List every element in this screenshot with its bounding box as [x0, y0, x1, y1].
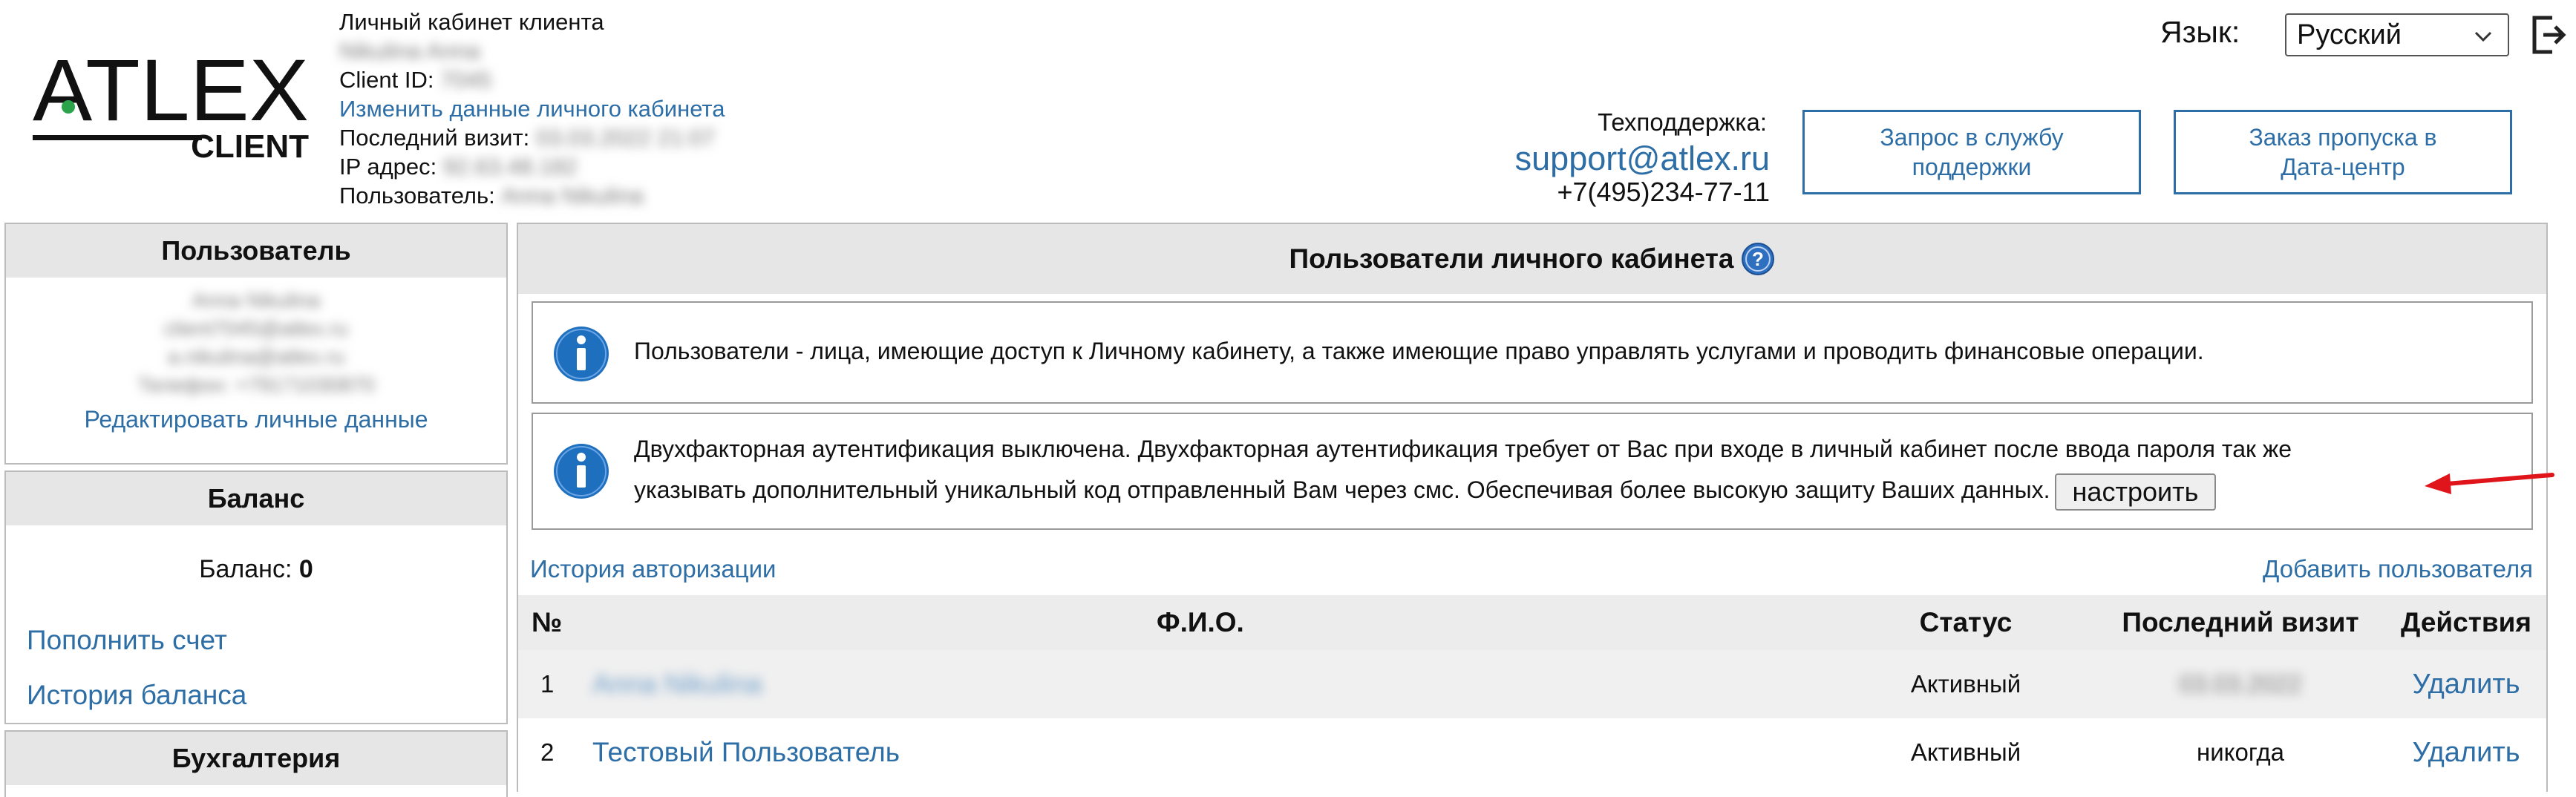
client-id-value: 7045	[440, 67, 492, 93]
balance-value: 0	[298, 555, 313, 583]
ip-value: 92.63.48.182	[442, 154, 578, 180]
support-request-button[interactable]: Запрос в службу поддержки	[1802, 110, 2141, 194]
col-status: Статус	[1919, 607, 2013, 637]
support-phone: +7(495)234-77-11	[1557, 177, 1770, 207]
user-name: Anna Nikulina	[192, 289, 321, 312]
user-panel: Пользователь Anna Nikulina client7045@at…	[4, 223, 508, 465]
language-select[interactable]: Русский	[2285, 13, 2509, 56]
pass-order-button[interactable]: Заказ пропуска в Дата-центр	[2174, 110, 2512, 194]
cabinet-title: Личный кабинет клиента	[339, 9, 604, 35]
delete-user-button[interactable]: Удалить	[2392, 718, 2540, 787]
info-icon	[554, 327, 609, 381]
users-info-text: Пользователи - лица, имеющие доступ к Ли…	[634, 338, 2204, 364]
twofa-info-box: Двухфакторная аутентификация выключена. …	[532, 413, 2533, 530]
help-icon[interactable]: ?	[1741, 242, 1775, 276]
last-visit-label: Последний визит:	[339, 125, 530, 151]
col-num: №	[532, 607, 563, 637]
twofa-info-line-2: указывать дополнительный уникальный код …	[634, 476, 2050, 503]
row-num: 1	[540, 670, 555, 698]
col-actions: Действия	[2401, 607, 2531, 637]
main-title-bar: Пользователи личного кабинета ?	[518, 224, 2546, 294]
balance-label: Баланс:	[199, 555, 292, 583]
row-num: 2	[540, 738, 555, 766]
user-phone: Телефон: +79171030870	[137, 373, 375, 396]
language-label: Язык:	[2160, 15, 2240, 49]
row-name-link[interactable]: Тестовый Пользователь	[592, 718, 900, 787]
delete-user-button[interactable]: Удалить	[2392, 650, 2540, 718]
logout-icon[interactable]	[2530, 13, 2567, 56]
logo-green-dot	[62, 100, 75, 114]
balance-panel-title: Баланс	[6, 472, 506, 525]
ip-label: IP адрес:	[339, 154, 437, 180]
accounting-panel: Бухгалтерия	[4, 730, 508, 797]
last-visit-value: 03.03.2022 21:07	[535, 125, 716, 151]
col-last-visit: Последний визит	[2122, 607, 2359, 637]
support-email-link[interactable]: support@atlex.ru	[1485, 140, 1770, 178]
user-email-1: client7045@atlex.ru	[164, 317, 348, 340]
users-info-box: Пользователи - лица, имеющие доступ к Ли…	[532, 301, 2533, 404]
balance-panel: Баланс Баланс: 0 Пополнить счет История …	[4, 470, 508, 724]
logo-sub: CLIENT	[191, 128, 309, 165]
user-label: Пользователь:	[339, 183, 495, 209]
add-user-link[interactable]: Добавить пользователя	[2263, 555, 2533, 583]
row-name-link[interactable]: Anna Nikulina	[592, 650, 762, 718]
language-selected: Русский	[2297, 19, 2402, 50]
user-email-2: a.nikulina@atlex.ru	[167, 345, 345, 368]
balance-history-link[interactable]: История баланса	[27, 680, 246, 711]
edit-personal-data-link[interactable]: Редактировать личные данные	[6, 405, 506, 433]
row-last-visit: 03.03.2022	[2179, 670, 2302, 698]
col-name: Ф.И.О.	[1157, 607, 1244, 637]
accounting-panel-title: Бухгалтерия	[6, 732, 506, 785]
client-name: Nikulina Anna	[339, 38, 480, 64]
client-id-label: Client ID:	[339, 67, 434, 93]
user-panel-title: Пользователь	[6, 224, 506, 278]
logo-text: ATLEX	[33, 45, 309, 140]
users-table-header: № Ф.И.О. Статус Последний визит Действия	[518, 595, 2546, 650]
edit-cabinet-link[interactable]: Изменить данные личного кабинета	[339, 96, 725, 122]
chevron-down-icon	[2474, 31, 2492, 42]
twofa-info-line-1: Двухфакторная аутентификация выключена. …	[634, 436, 2292, 462]
red-arrow-annotation	[2425, 473, 2554, 494]
client-info: Личный кабинет клиента Nikulina Anna Cli…	[339, 7, 725, 210]
table-row: 1 Anna Nikulina Активный 03.03.2022 Удал…	[518, 650, 2546, 718]
row-last-visit: никогда	[2197, 738, 2284, 766]
row-status: Активный	[1910, 670, 2021, 698]
svg-text:?: ?	[1753, 248, 1765, 270]
info-icon	[554, 444, 609, 499]
auth-history-link[interactable]: История авторизации	[530, 555, 776, 583]
main-panel: Пользователи личного кабинета ? Пользова…	[517, 223, 2548, 792]
setup-2fa-button[interactable]: настроить	[2054, 473, 2217, 511]
atlex-client-logo: ATLEX CLIENT	[33, 45, 309, 165]
user-value: Anna Nikulina	[501, 183, 644, 209]
page-title: Пользователи личного кабинета	[1289, 243, 1734, 274]
table-row: 2 Тестовый Пользователь Активный никогда…	[518, 718, 2546, 787]
row-status: Активный	[1910, 738, 2021, 766]
topup-link[interactable]: Пополнить счет	[27, 625, 227, 656]
support-label: Техподдержка:	[1598, 108, 1767, 136]
